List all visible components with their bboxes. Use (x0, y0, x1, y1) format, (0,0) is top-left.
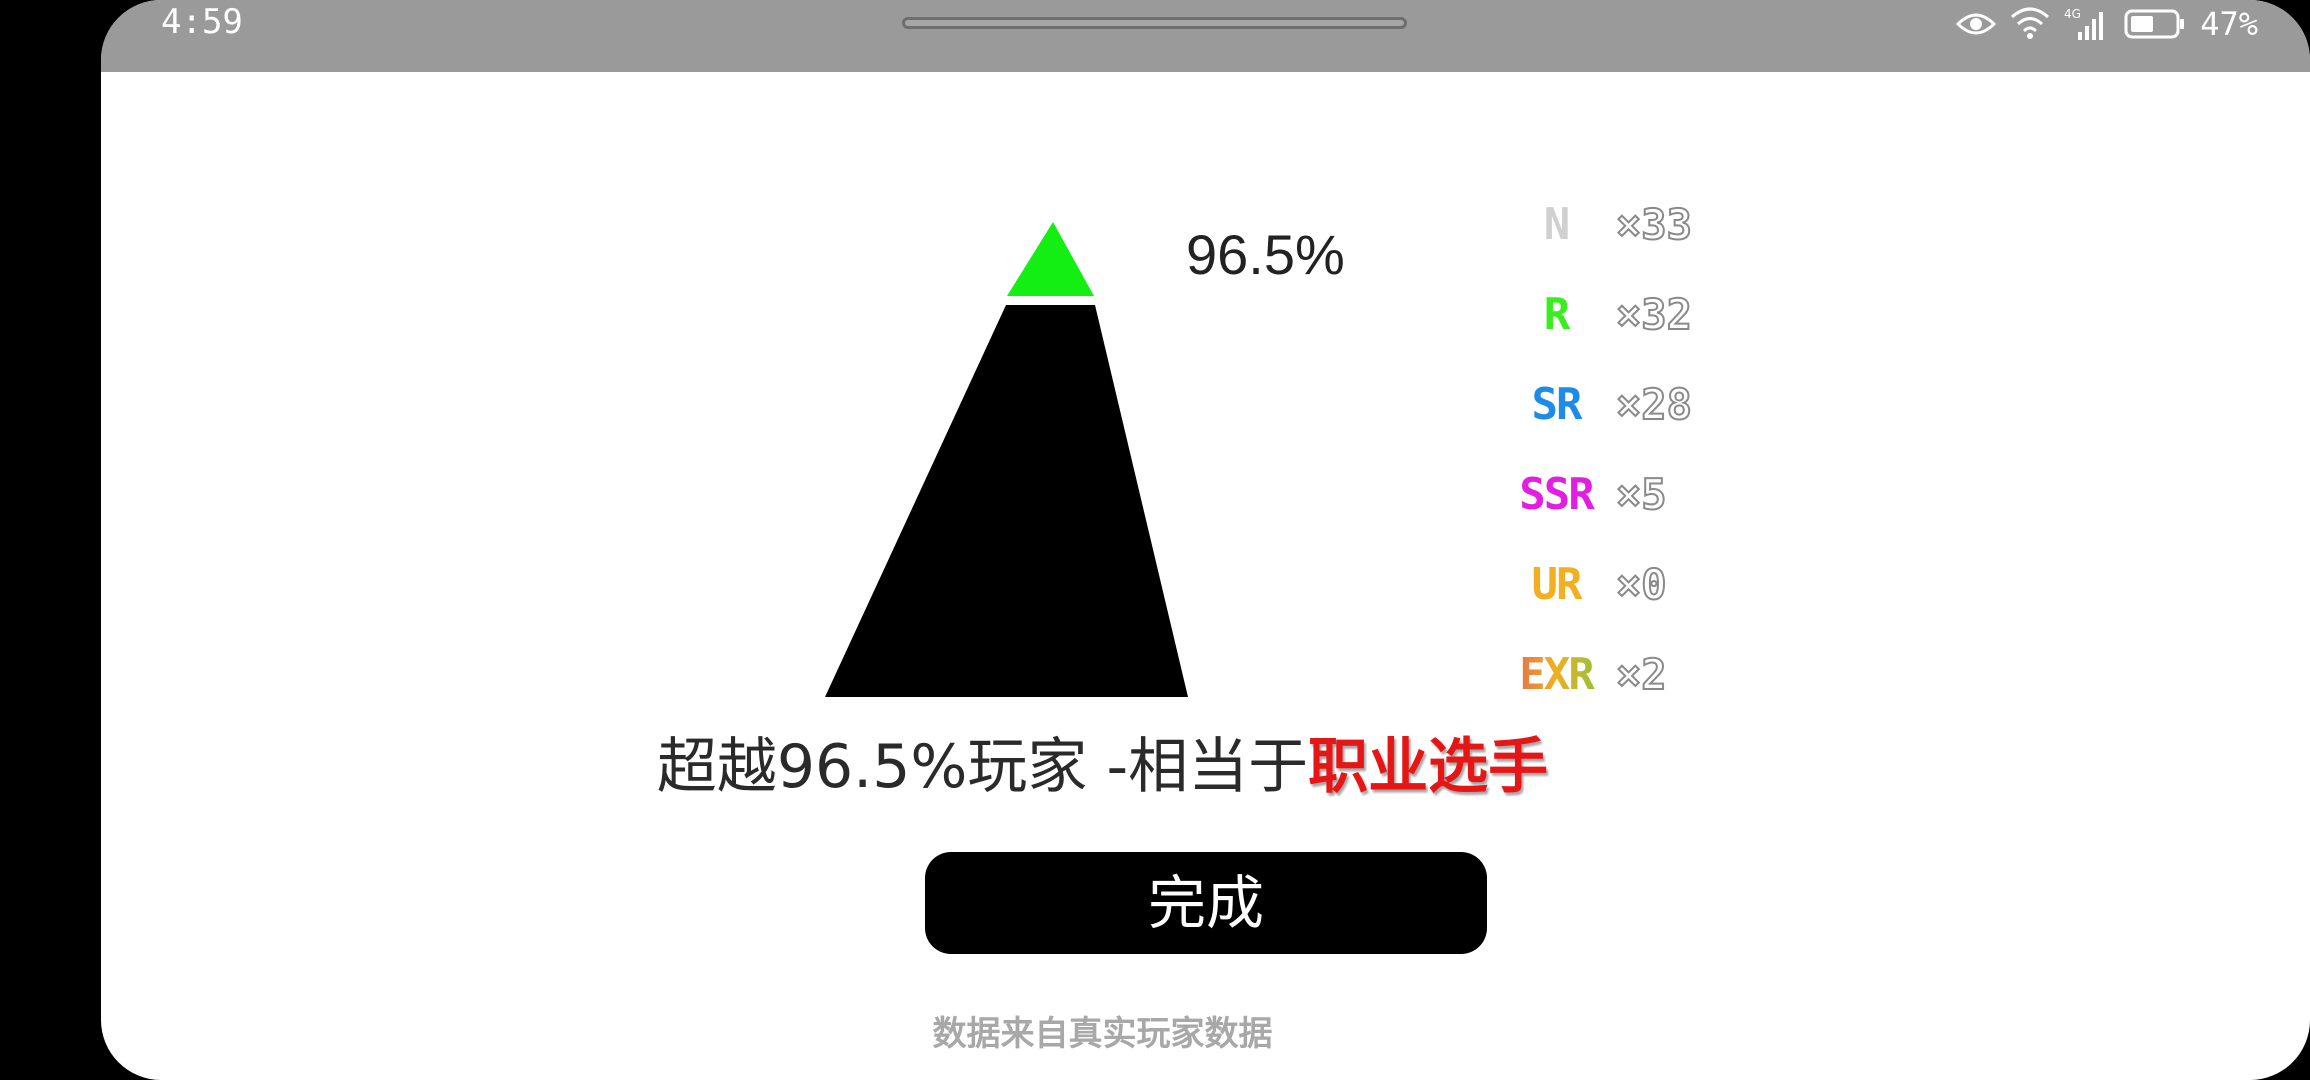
rank-summary: 超越96.5%玩家 -相当于职业选手 (101, 718, 2207, 805)
rarity-row-exr: EXR ×2 (1501, 635, 1801, 715)
window-handle[interactable] (902, 17, 1407, 29)
rarity-row-ssr: SSR ×5 (1501, 455, 1801, 535)
rarity-label-exr: EXR (1501, 635, 1611, 715)
wifi-icon (2010, 7, 2050, 41)
rarity-row-r: R ×32 (1501, 275, 1801, 355)
svg-text:4G: 4G (2064, 7, 2081, 21)
rarity-count-ur: ×0 (1615, 559, 1668, 610)
rarity-row-sr: SR ×28 (1501, 365, 1801, 445)
summary-prefix: 超越96.5%玩家 -相当于 (656, 732, 1309, 802)
rarity-count-ssr: ×5 (1615, 469, 1668, 520)
signal-icon: 4G (2064, 6, 2110, 42)
rarity-count-sr: ×28 (1615, 379, 1693, 430)
rarity-count-exr: ×2 (1615, 649, 1668, 700)
rank-title: 职业选手 (1308, 732, 1549, 802)
pyramid-top-segment (1007, 222, 1094, 296)
screen: 4:59 4G 47% 96.5% N ×33 R ×32 SR ×28 SSR… (0, 0, 2310, 1080)
battery-icon (2124, 8, 2186, 40)
rarity-count-r: ×32 (1615, 289, 1693, 340)
rarity-label-r: R (1543, 289, 1571, 340)
status-time: 4:59 (161, 2, 243, 42)
battery-percent: 47% (2200, 5, 2258, 43)
done-button[interactable]: 完成 (925, 852, 1487, 954)
rarity-label-n: N (1543, 199, 1571, 250)
rank-pyramid (825, 222, 1188, 697)
rarity-row-ur: UR ×0 (1501, 545, 1801, 625)
rarity-label-ssr: SSR (1519, 469, 1594, 520)
status-bar: 4:59 4G 47% (101, 0, 2310, 72)
status-icons: 4G 47% (1956, 4, 2258, 44)
data-source-note: 数据来自真实玩家数据 (932, 1014, 1273, 1054)
rarity-label-ur: UR (1531, 559, 1583, 610)
eye-icon (1956, 10, 1997, 38)
result-panel: 4:59 4G 47% 96.5% N ×33 R ×32 SR ×28 SSR… (101, 0, 2310, 1080)
rarity-count-n: ×33 (1615, 199, 1693, 250)
percentile-value: 96.5% (1186, 223, 1345, 286)
pyramid-body (825, 305, 1188, 697)
rarity-row-n: N ×33 (1501, 185, 1801, 265)
rarity-label-sr: SR (1531, 379, 1583, 430)
